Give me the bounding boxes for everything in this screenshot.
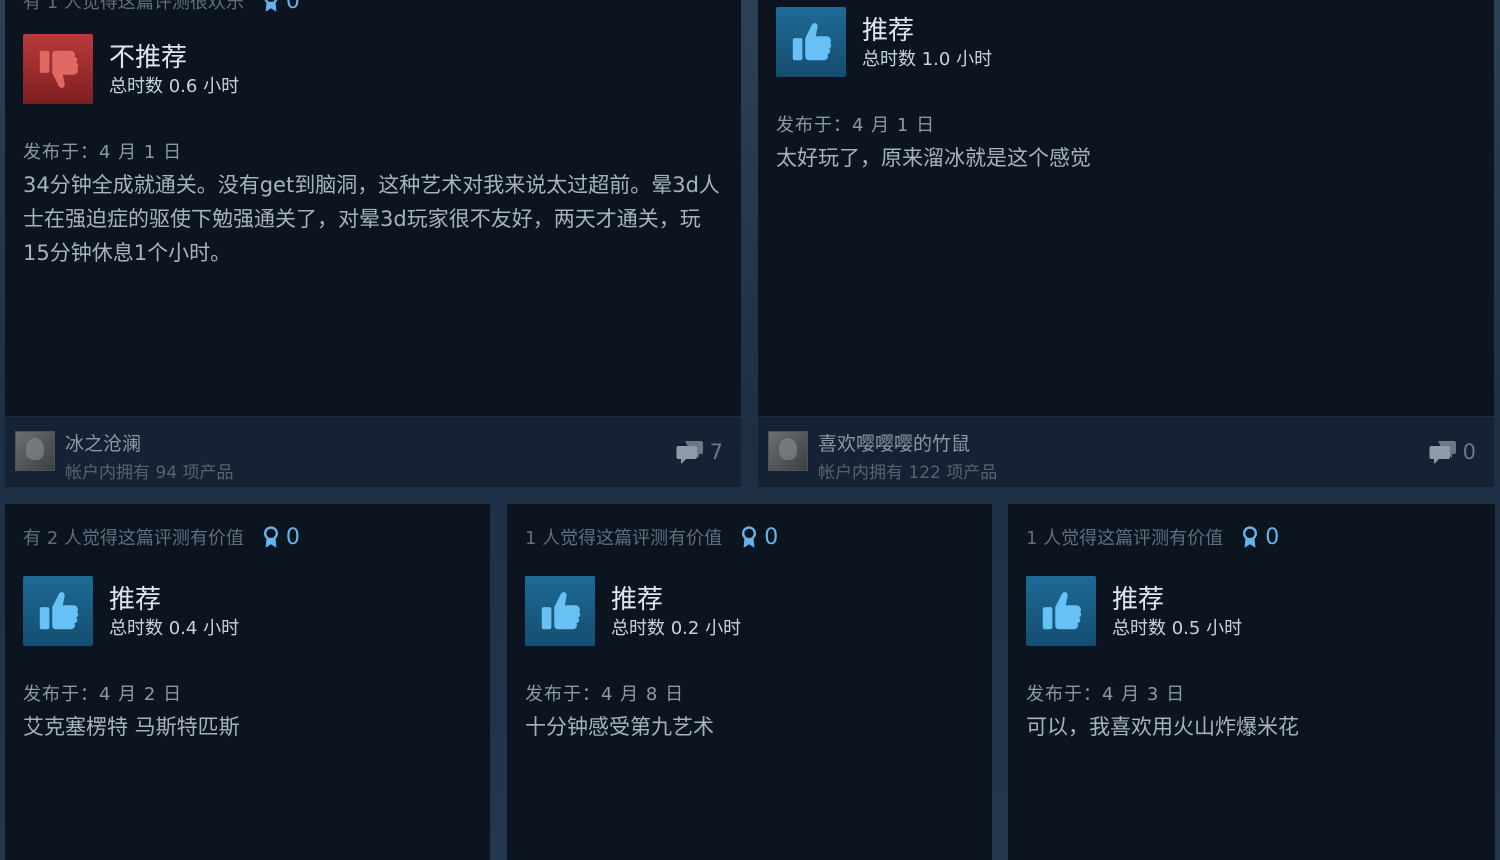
posted-date: 发布于：4 月 3 日 — [1026, 684, 1186, 705]
award-icon — [262, 0, 280, 13]
thumbs-up-icon — [1026, 576, 1096, 646]
vote-title: 推荐 — [862, 16, 915, 46]
playtime: 总时数 0.2 小时 — [611, 618, 742, 639]
award-icon — [1241, 525, 1259, 549]
playtime: 总时数 1.0 小时 — [862, 49, 993, 70]
helpful-count: 有 1 人觉得这篇评测很欢乐 0 — [23, 0, 300, 14]
award-button[interactable]: 0 — [740, 525, 778, 550]
user-name[interactable]: 喜欢嘤嘤嘤的竹鼠 — [818, 429, 970, 456]
playtime: 总时数 0.6 小时 — [109, 76, 240, 97]
playtime: 总时数 0.5 小时 — [1112, 618, 1243, 639]
review-card: 推荐 总时数 1.0 小时 发布于：4 月 1 日 太好玩了，原来溜冰就是这个感… — [758, 0, 1494, 487]
avatar[interactable] — [15, 431, 55, 471]
review-text: 34分钟全成就通关。没有get到脑洞，这种艺术对我来说太过超前。晕3d人士在强迫… — [23, 173, 720, 265]
posted-date: 发布于：4 月 2 日 — [23, 684, 183, 705]
comments-link[interactable]: 7 — [676, 439, 723, 465]
comment-count: 7 — [709, 440, 723, 464]
posted-date: 发布于：4 月 1 日 — [776, 115, 936, 136]
award-count: 0 — [285, 524, 300, 550]
vote-header[interactable]: 推荐 总时数 0.4 小时 — [23, 576, 239, 646]
helpful-text: 有 1 人觉得这篇评测很欢乐 — [23, 0, 244, 13]
review-card: 1 人觉得这篇评测有价值 0 推荐 总时数 0.2 小时 发布于：4 月 8 日… — [507, 504, 992, 860]
vote-title: 推荐 — [1112, 585, 1165, 615]
award-icon — [262, 525, 280, 549]
award-count: 0 — [285, 0, 300, 14]
review-text: 十分钟感受第九艺术 — [525, 715, 714, 739]
review-text: 可以，我喜欢用火山炸爆米花 — [1026, 715, 1299, 739]
award-button[interactable]: 0 — [262, 0, 300, 14]
review-text: 太好玩了，原来溜冰就是这个感觉 — [776, 146, 1091, 170]
comment-count: 0 — [1462, 440, 1476, 464]
thumbs-up-icon — [525, 576, 595, 646]
playtime: 总时数 0.4 小时 — [109, 618, 240, 639]
helpful-text: 1 人觉得这篇评测有价值 — [1026, 528, 1224, 549]
helpful-count: 1 人觉得这篇评测有价值 0 — [525, 524, 778, 550]
review-author: 冰之沧澜 帐户内拥有 94 项产品 7 — [5, 416, 741, 487]
vote-header[interactable]: 不推荐 总时数 0.6 小时 — [23, 34, 239, 104]
avatar[interactable] — [768, 431, 808, 471]
reviews-grid: 有 1 人觉得这篇评测很欢乐 0 不推荐 总时数 0.6 小时 发布于：4 月 … — [0, 0, 1500, 860]
thumbs-up-icon — [776, 7, 846, 77]
helpful-count: 有 2 人觉得这篇评测有价值 0 — [23, 524, 300, 550]
posted-date: 发布于：4 月 8 日 — [525, 684, 685, 705]
review-card: 有 2 人觉得这篇评测有价值 0 推荐 总时数 0.4 小时 发布于：4 月 2… — [5, 504, 490, 860]
thumbs-down-icon — [23, 34, 93, 104]
comment-icon — [676, 439, 704, 465]
award-button[interactable]: 0 — [262, 525, 300, 550]
thumbs-up-icon — [23, 576, 93, 646]
review-card: 有 1 人觉得这篇评测很欢乐 0 不推荐 总时数 0.6 小时 发布于：4 月 … — [5, 0, 741, 487]
award-count: 0 — [764, 524, 779, 550]
vote-header[interactable]: 推荐 总时数 1.0 小时 — [776, 7, 992, 77]
award-button[interactable]: 0 — [1241, 525, 1279, 550]
helpful-text: 有 2 人觉得这篇评测有价值 — [23, 528, 244, 549]
award-count: 0 — [1265, 524, 1280, 550]
vote-title: 推荐 — [109, 585, 162, 615]
vote-header[interactable]: 推荐 总时数 0.5 小时 — [1026, 576, 1242, 646]
vote-header[interactable]: 推荐 总时数 0.2 小时 — [525, 576, 741, 646]
posted-date: 发布于：4 月 1 日 — [23, 142, 183, 163]
review-card: 1 人觉得这篇评测有价值 0 推荐 总时数 0.5 小时 发布于：4 月 3 日… — [1008, 504, 1495, 860]
user-products: 帐户内拥有 122 项产品 — [818, 463, 998, 483]
comments-link[interactable]: 0 — [1429, 439, 1476, 465]
review-text: 艾克塞楞特 马斯特匹斯 — [23, 715, 240, 739]
user-name[interactable]: 冰之沧澜 — [65, 429, 141, 456]
vote-title: 不推荐 — [109, 43, 188, 73]
vote-title: 推荐 — [611, 585, 664, 615]
award-icon — [740, 525, 758, 549]
helpful-count: 1 人觉得这篇评测有价值 0 — [1026, 524, 1279, 550]
helpful-text: 1 人觉得这篇评测有价值 — [525, 528, 723, 549]
review-author: 喜欢嘤嘤嘤的竹鼠 帐户内拥有 122 项产品 0 — [758, 416, 1494, 487]
comment-icon — [1429, 439, 1457, 465]
user-products: 帐户内拥有 94 项产品 — [65, 463, 234, 483]
